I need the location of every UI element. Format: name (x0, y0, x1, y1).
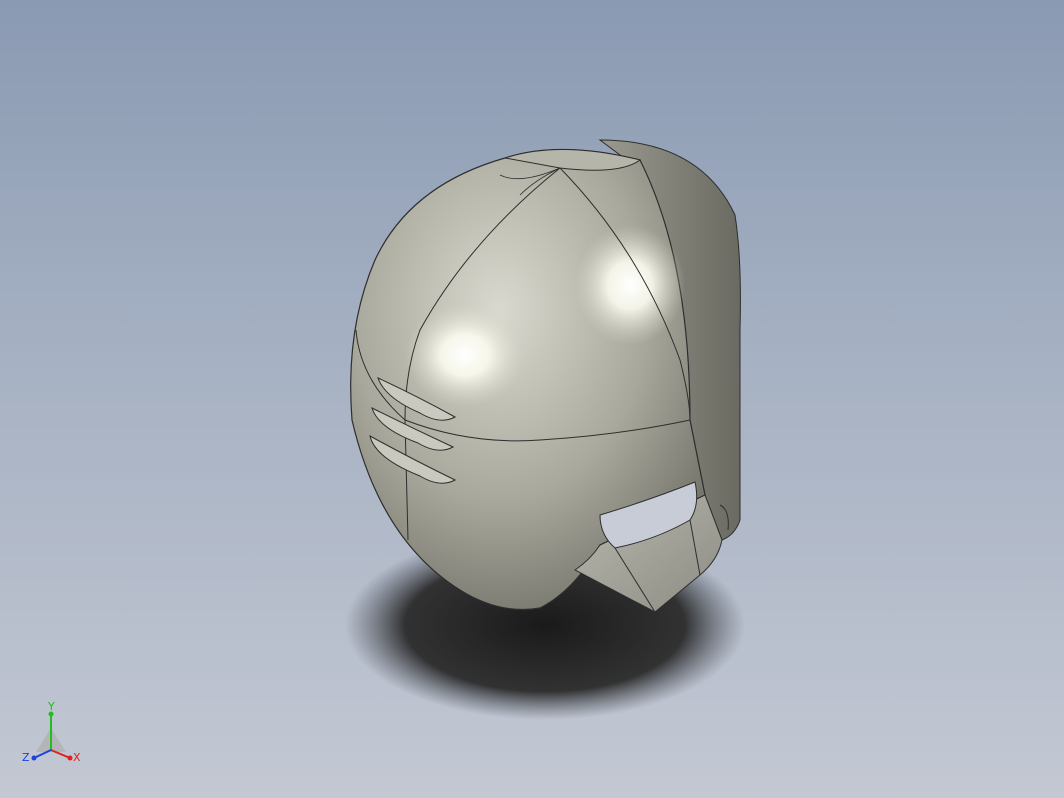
triad-y-label: Y (47, 700, 55, 713)
specular-highlight-left (405, 303, 525, 407)
helmet-model[interactable] (0, 0, 1064, 798)
triad-x-label: X (73, 751, 81, 764)
orientation-triad: Y X Z (18, 700, 88, 770)
triad-z-label: Z (22, 751, 30, 764)
specular-highlight-right (575, 225, 685, 345)
graphics-viewport[interactable]: Y X Z (0, 0, 1064, 798)
